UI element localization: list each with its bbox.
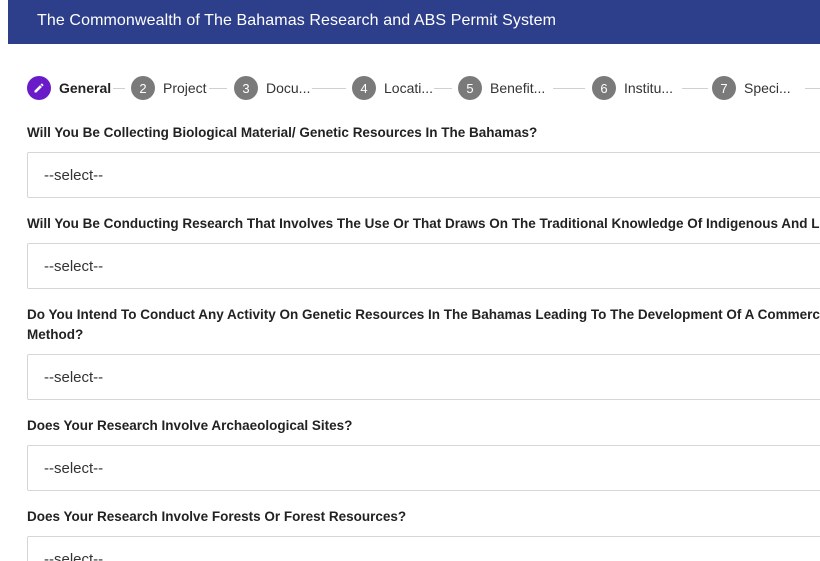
step-connector	[553, 88, 585, 89]
archaeological-sites-select[interactable]: --select--	[27, 445, 820, 491]
step-connector	[805, 88, 820, 89]
step-label-project: Project	[163, 80, 207, 96]
step-label-documents: Docu...	[266, 80, 311, 96]
question-label: Do You Intend To Conduct Any Activity On…	[27, 307, 820, 342]
step-label-general: General	[59, 80, 112, 96]
select-value: --select--	[44, 369, 104, 386]
step-label-benefit: Benefit...	[490, 80, 546, 96]
select-value: --select--	[44, 460, 104, 477]
step-label-species: Speci...	[744, 80, 791, 96]
step-documents[interactable]: 3 Docu...	[234, 76, 320, 100]
step-number: 7	[712, 76, 736, 100]
question-label: Will You Be Collecting Biological Materi…	[27, 125, 538, 140]
question-label: Does Your Research Involve Forests Or Fo…	[27, 509, 407, 524]
commercial-development-select[interactable]: --select--	[27, 354, 820, 400]
step-number: 2	[131, 76, 155, 100]
step-label-location: Locati...	[384, 80, 434, 96]
app-title: The Commonwealth of The Bahamas Research…	[37, 12, 557, 29]
question-commercial-development: Do You Intend To Conduct Any Activity On…	[27, 305, 820, 401]
question-traditional-knowledge: Will You Be Conducting Research That Inv…	[27, 214, 820, 290]
biological-material-select[interactable]: --select--	[27, 152, 820, 198]
step-number: 3	[234, 76, 258, 100]
select-value: --select--	[44, 551, 104, 561]
step-location[interactable]: 4 Locati...	[352, 76, 442, 100]
step-benefit[interactable]: 5 Benefit...	[458, 76, 553, 100]
select-value: --select--	[44, 258, 104, 275]
stepper: General 2 Project 3 Docu... 4 Locati... …	[27, 76, 820, 100]
step-number: 6	[592, 76, 616, 100]
step-species[interactable]: 7 Speci...	[712, 76, 802, 100]
question-label: Will You Be Conducting Research That Inv…	[27, 216, 820, 231]
step-connector	[682, 88, 708, 89]
forest-resources-select[interactable]: --select--	[27, 536, 820, 561]
step-connector	[209, 88, 227, 89]
question-forest-resources: Does Your Research Involve Forests Or Fo…	[27, 507, 820, 561]
step-general[interactable]: General	[27, 76, 123, 100]
step-connector	[434, 88, 452, 89]
select-value: --select--	[44, 167, 104, 184]
traditional-knowledge-select[interactable]: --select--	[27, 243, 820, 289]
question-label: Does Your Research Involve Archaeologica…	[27, 418, 353, 433]
step-general-indicator	[27, 76, 51, 100]
question-biological-material: Will You Be Collecting Biological Materi…	[27, 123, 820, 199]
step-project[interactable]: 2 Project	[131, 76, 221, 100]
step-number: 4	[352, 76, 376, 100]
question-archaeological-sites: Does Your Research Involve Archaeologica…	[27, 416, 820, 492]
step-institution[interactable]: 6 Institu...	[592, 76, 682, 100]
pencil-icon	[33, 82, 45, 94]
step-connector	[113, 88, 125, 89]
step-connector	[312, 88, 346, 89]
step-number: 5	[458, 76, 482, 100]
app-header: The Commonwealth of The Bahamas Research…	[8, 0, 820, 44]
step-label-institution: Institu...	[624, 80, 674, 96]
